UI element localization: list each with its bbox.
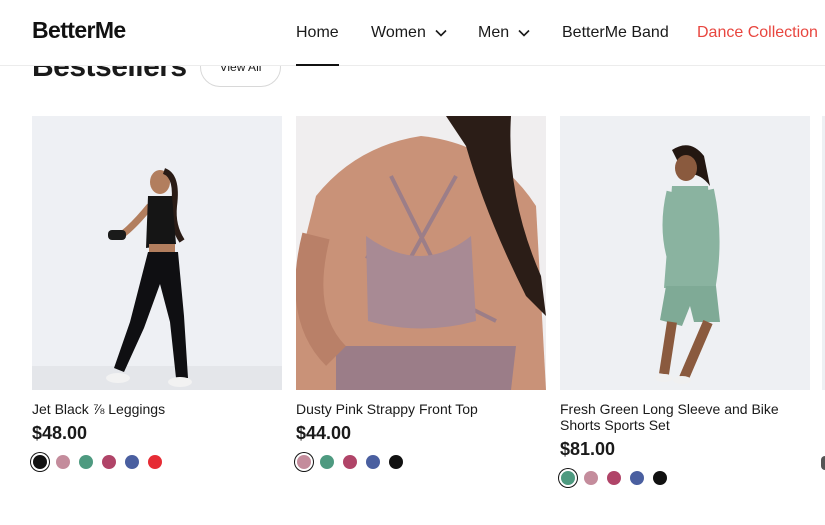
green-long-sleeve-set-photo: [655, 145, 720, 384]
nav-dance-collection[interactable]: Dance Collection: [697, 0, 818, 66]
color-swatch-berry[interactable]: [607, 471, 621, 485]
color-swatch-pink[interactable]: [584, 471, 598, 485]
site-header: BetterMe Home Women Men BetterMe Band Da…: [0, 0, 825, 66]
color-swatch-partial[interactable]: [821, 456, 825, 470]
nav-band-label: BetterMe Band: [562, 24, 669, 41]
nav-men-label: Men: [478, 24, 510, 41]
color-swatch-berry[interactable]: [343, 455, 357, 469]
product-card[interactable]: Jet Black ⅞ Leggings $48.00: [32, 116, 282, 469]
product-image[interactable]: [32, 116, 282, 390]
nav-women-label: Women: [371, 24, 426, 41]
color-swatch-green[interactable]: [79, 455, 93, 469]
color-swatch-blue[interactable]: [366, 455, 380, 469]
woman-black-leggings-photo: [32, 168, 282, 390]
color-swatches: [560, 471, 810, 485]
product-price: $44.00: [296, 423, 352, 443]
color-swatch-berry[interactable]: [102, 455, 116, 469]
nav-dance-label: Dance Collection: [697, 24, 818, 41]
product-card[interactable]: Fresh Green Long Sleeve and Bike Shorts …: [560, 116, 810, 485]
nav-women[interactable]: Women: [371, 0, 448, 66]
product-image[interactable]: [296, 116, 546, 390]
dusty-pink-strappy-top-photo: [296, 116, 546, 390]
product-name[interactable]: Dusty Pink Strappy Front Top: [296, 401, 546, 417]
nav-home[interactable]: Home: [296, 0, 339, 66]
chevron-down-icon: [435, 29, 447, 37]
product-card[interactable]: Dusty Pink Strappy Front Top $44.00: [296, 116, 546, 469]
product-price: $81.00: [560, 439, 616, 459]
color-swatches: [32, 455, 282, 469]
color-swatch-green[interactable]: [561, 471, 575, 485]
color-swatches: [296, 455, 546, 469]
nav-men[interactable]: Men: [478, 0, 531, 66]
chevron-down-icon: [518, 29, 530, 37]
product-price: $48.00: [32, 423, 88, 443]
color-swatch-pink[interactable]: [56, 455, 70, 469]
color-swatch-black[interactable]: [33, 455, 47, 469]
product-name[interactable]: Fresh Green Long Sleeve and Bike Shorts …: [560, 401, 810, 433]
color-swatch-blue[interactable]: [125, 455, 139, 469]
nav-betterme-band[interactable]: BetterMe Band: [562, 0, 669, 66]
product-image[interactable]: [560, 116, 810, 390]
logo[interactable]: BetterMe: [32, 17, 126, 44]
color-swatch-pink[interactable]: [297, 455, 311, 469]
product-name[interactable]: Jet Black ⅞ Leggings: [32, 401, 282, 417]
color-swatch-red[interactable]: [148, 455, 162, 469]
color-swatch-black[interactable]: [653, 471, 667, 485]
color-swatch-black[interactable]: [389, 455, 403, 469]
color-swatch-blue[interactable]: [630, 471, 644, 485]
color-swatch-green[interactable]: [320, 455, 334, 469]
nav-home-label: Home: [296, 24, 339, 41]
